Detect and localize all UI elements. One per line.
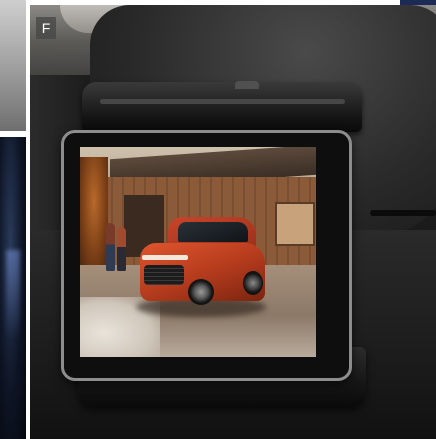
photo-frame: F xyxy=(0,0,436,439)
suv-window xyxy=(178,222,248,242)
suv-front-wheel xyxy=(188,279,214,305)
person-figure xyxy=(117,227,126,271)
photo-panel: F xyxy=(30,5,436,439)
barn-window xyxy=(275,202,315,246)
tablet-holder-top-clamp xyxy=(82,82,362,132)
holder-top-ridge xyxy=(100,99,345,104)
suv-rear-wheel xyxy=(243,271,263,295)
holder-release-clip xyxy=(235,81,259,89)
tablet-screen xyxy=(80,147,316,357)
autumn-tree xyxy=(80,157,108,267)
adjacent-photo-glow xyxy=(6,250,20,340)
suv-grille xyxy=(144,265,184,285)
panel-label-badge: F xyxy=(36,17,56,39)
tablet-device xyxy=(61,130,352,381)
person-figure xyxy=(106,223,115,271)
seat-seam xyxy=(370,210,436,216)
adjacent-photo-top-slice xyxy=(0,0,26,131)
suv-headlight xyxy=(142,255,188,260)
